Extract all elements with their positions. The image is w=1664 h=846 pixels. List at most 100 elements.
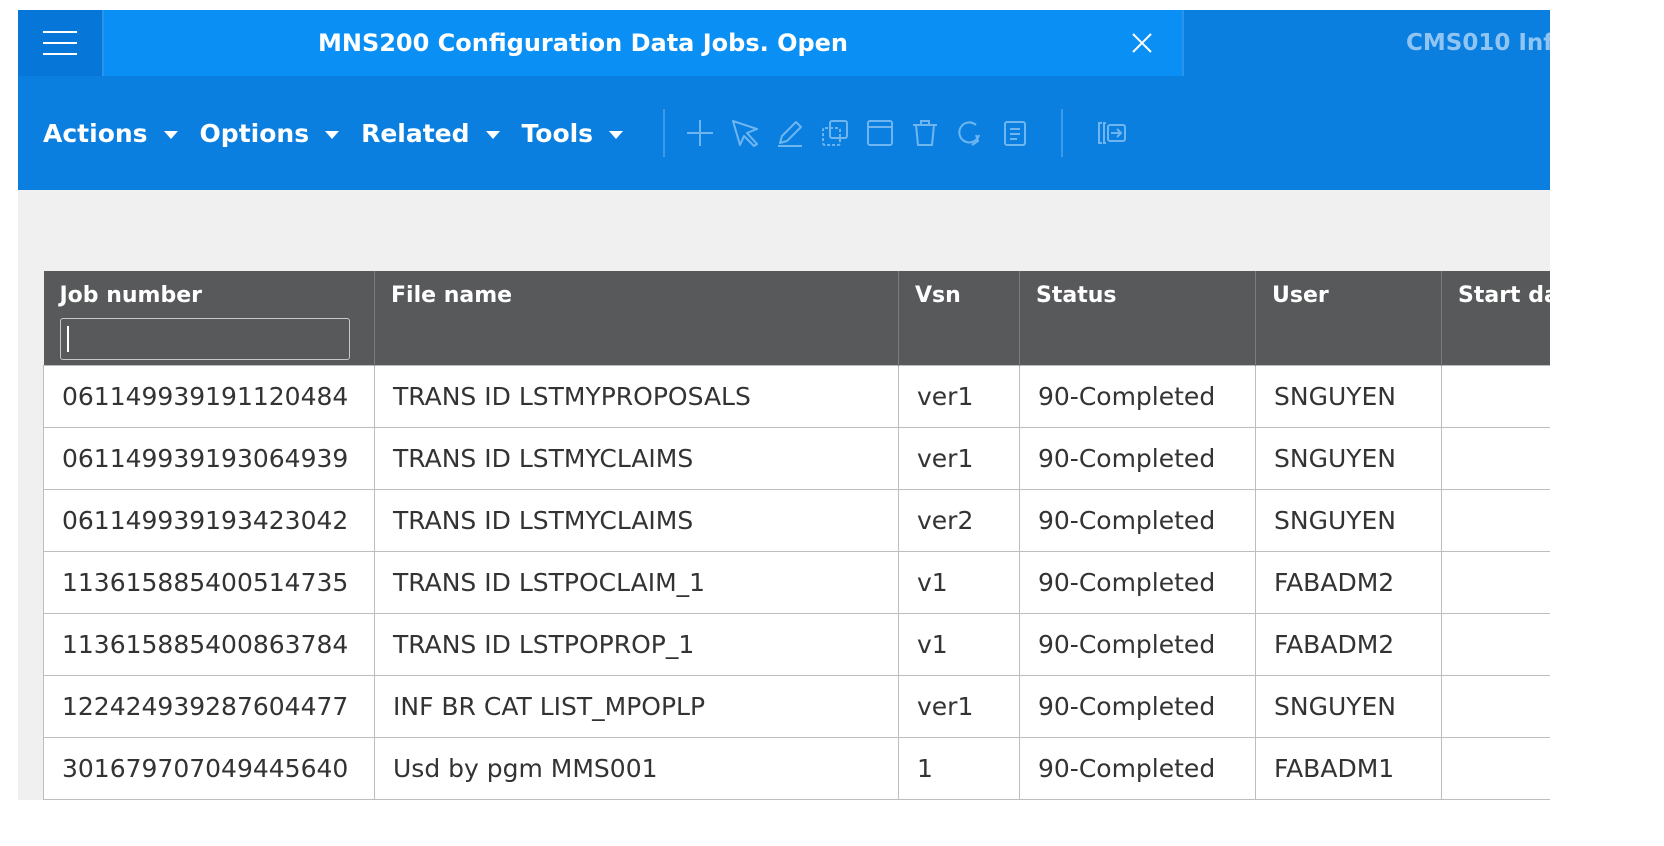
expand-panel-button[interactable] xyxy=(1095,116,1129,150)
cell-user: FABADM1 xyxy=(1255,736,1442,800)
cell-status: 90-Completed xyxy=(1019,550,1256,614)
cell-file-name: TRANS ID LSTMYCLAIMS xyxy=(374,488,899,552)
table-row[interactable]: 113615885400863784 TRANS ID LSTPOPROP_1 … xyxy=(43,612,1550,676)
cell-status: 90-Completed xyxy=(1019,736,1256,800)
column-header-label: Job number xyxy=(59,283,202,308)
cell-job-number: 061149939193423042 xyxy=(43,488,375,552)
close-icon xyxy=(1132,33,1152,53)
cell-user: SNGUYEN xyxy=(1255,488,1442,552)
cell-job-number: 122424939287604477 xyxy=(43,674,375,738)
menu-related-label: Related xyxy=(361,118,470,148)
cell-file-name: TRANS ID LSTPOPROP_1 xyxy=(374,612,899,676)
close-tab-button[interactable] xyxy=(1126,27,1158,59)
action-icons xyxy=(683,116,1043,150)
chevron-down-icon xyxy=(485,131,500,139)
column-header-user[interactable]: User xyxy=(1255,271,1442,365)
select-icon xyxy=(732,120,759,147)
hamburger-icon xyxy=(43,31,77,55)
cell-vsn: v1 xyxy=(898,612,1020,676)
app-window: MNS200 Configuration Data Jobs. Open CMS… xyxy=(18,10,1550,800)
tab-cms010[interactable]: CMS010 Inf xyxy=(1184,10,1550,76)
jobs-table: Job number File name Vsn Status User Sta… xyxy=(43,271,1550,800)
cell-start-date: 230 xyxy=(1441,426,1550,490)
select-button[interactable] xyxy=(728,116,762,150)
text-cursor xyxy=(66,326,69,352)
menu-bar: Actions Options Related Tools xyxy=(43,119,645,148)
view-button[interactable] xyxy=(863,116,897,150)
copy-button[interactable] xyxy=(818,116,852,150)
cell-job-number: 113615885400863784 xyxy=(43,612,375,676)
cell-vsn: ver2 xyxy=(898,488,1020,552)
cell-start-date: 151 xyxy=(1441,736,1550,800)
cell-file-name: INF BR CAT LIST_MPOPLP xyxy=(374,674,899,738)
jobs-table-container: Job number File name Vsn Status User Sta… xyxy=(43,271,1550,800)
cell-vsn: v1 xyxy=(898,550,1020,614)
cell-file-name: Usd by pgm MMS001 xyxy=(374,736,899,800)
table-row[interactable]: 061149939193423042 TRANS ID LSTMYCLAIMS … xyxy=(43,488,1550,552)
menu-button[interactable] xyxy=(18,10,104,76)
table-row[interactable]: 122424939287604477 INF BR CAT LIST_MPOPL… xyxy=(43,674,1550,738)
cell-user: SNGUYEN xyxy=(1255,426,1442,490)
toolbar: Actions Options Related Tools xyxy=(18,76,1550,190)
notes-icon xyxy=(1004,121,1027,146)
menu-tools[interactable]: Tools xyxy=(522,119,624,148)
table-row[interactable]: 061149939193064939 TRANS ID LSTMYCLAIMS … xyxy=(43,426,1550,490)
cell-start-date: 210 xyxy=(1441,550,1550,614)
delete-button[interactable] xyxy=(908,116,942,150)
column-header-vsn[interactable]: Vsn xyxy=(898,271,1020,365)
cell-start-date: 210 xyxy=(1441,612,1550,676)
refresh-button[interactable] xyxy=(953,116,987,150)
toolbar-divider xyxy=(663,109,666,157)
cell-vsn: ver1 xyxy=(898,426,1020,490)
cell-vsn: ver1 xyxy=(898,674,1020,738)
cell-status: 90-Completed xyxy=(1019,488,1256,552)
chevron-down-icon xyxy=(163,131,178,139)
cell-status: 90-Completed xyxy=(1019,364,1256,428)
notes-button[interactable] xyxy=(998,116,1032,150)
refresh-icon xyxy=(958,121,981,146)
cell-user: FABADM2 xyxy=(1255,550,1442,614)
tab-mns200[interactable]: MNS200 Configuration Data Jobs. Open xyxy=(104,10,1184,76)
table-row[interactable]: 061149939191120484 TRANS ID LSTMYPROPOSA… xyxy=(43,364,1550,428)
cell-file-name: TRANS ID LSTMYPROPOSALS xyxy=(374,364,899,428)
column-header-file-name[interactable]: File name xyxy=(374,271,899,365)
menu-actions-label: Actions xyxy=(43,118,148,148)
add-button[interactable] xyxy=(683,116,717,150)
edit-button[interactable] xyxy=(773,116,807,150)
table-row[interactable]: 113615885400514735 TRANS ID LSTPOCLAIM_1… xyxy=(43,550,1550,614)
cell-vsn: ver1 xyxy=(898,364,1020,428)
table-row[interactable]: 301679707049445640 Usd by pgm MMS001 1 9… xyxy=(43,736,1550,800)
cell-user: FABADM2 xyxy=(1255,612,1442,676)
cell-vsn: 1 xyxy=(898,736,1020,800)
cell-user: SNGUYEN xyxy=(1255,364,1442,428)
copy-icon xyxy=(822,120,849,146)
cell-start-date: 230 xyxy=(1441,364,1550,428)
menu-actions[interactable]: Actions xyxy=(43,119,178,148)
cell-user: SNGUYEN xyxy=(1255,674,1442,738)
cell-job-number: 301679707049445640 xyxy=(43,736,375,800)
delete-icon xyxy=(913,120,938,146)
edit-icon xyxy=(778,121,803,147)
chevron-down-icon xyxy=(325,131,340,139)
cell-file-name: TRANS ID LSTPOCLAIM_1 xyxy=(374,550,899,614)
menu-options-label: Options xyxy=(199,118,310,148)
menu-options[interactable]: Options xyxy=(200,119,340,148)
menu-related[interactable]: Related xyxy=(361,118,500,148)
expand-panel-icon xyxy=(1098,122,1127,144)
cell-job-number: 113615885400514735 xyxy=(43,550,375,614)
tab-title: MNS200 Configuration Data Jobs. Open xyxy=(317,29,849,57)
cell-status: 90-Completed xyxy=(1019,426,1256,490)
cell-start-date: 230 xyxy=(1441,674,1550,738)
column-header-status[interactable]: Status xyxy=(1019,271,1256,365)
column-header-start-date[interactable]: Start dat xyxy=(1441,271,1550,365)
column-header-job-number[interactable]: Job number xyxy=(43,271,375,365)
view-icon xyxy=(867,120,894,146)
chevron-down-icon xyxy=(609,131,624,139)
menu-tools-label: Tools xyxy=(521,118,594,148)
table-header-row: Job number File name Vsn Status User Sta… xyxy=(43,271,1550,365)
job-number-filter-input[interactable] xyxy=(59,318,350,360)
add-icon xyxy=(687,120,714,146)
cell-job-number: 061149939191120484 xyxy=(43,364,375,428)
cell-job-number: 061149939193064939 xyxy=(43,426,375,490)
tab-bar: MNS200 Configuration Data Jobs. Open CMS… xyxy=(18,10,1550,76)
